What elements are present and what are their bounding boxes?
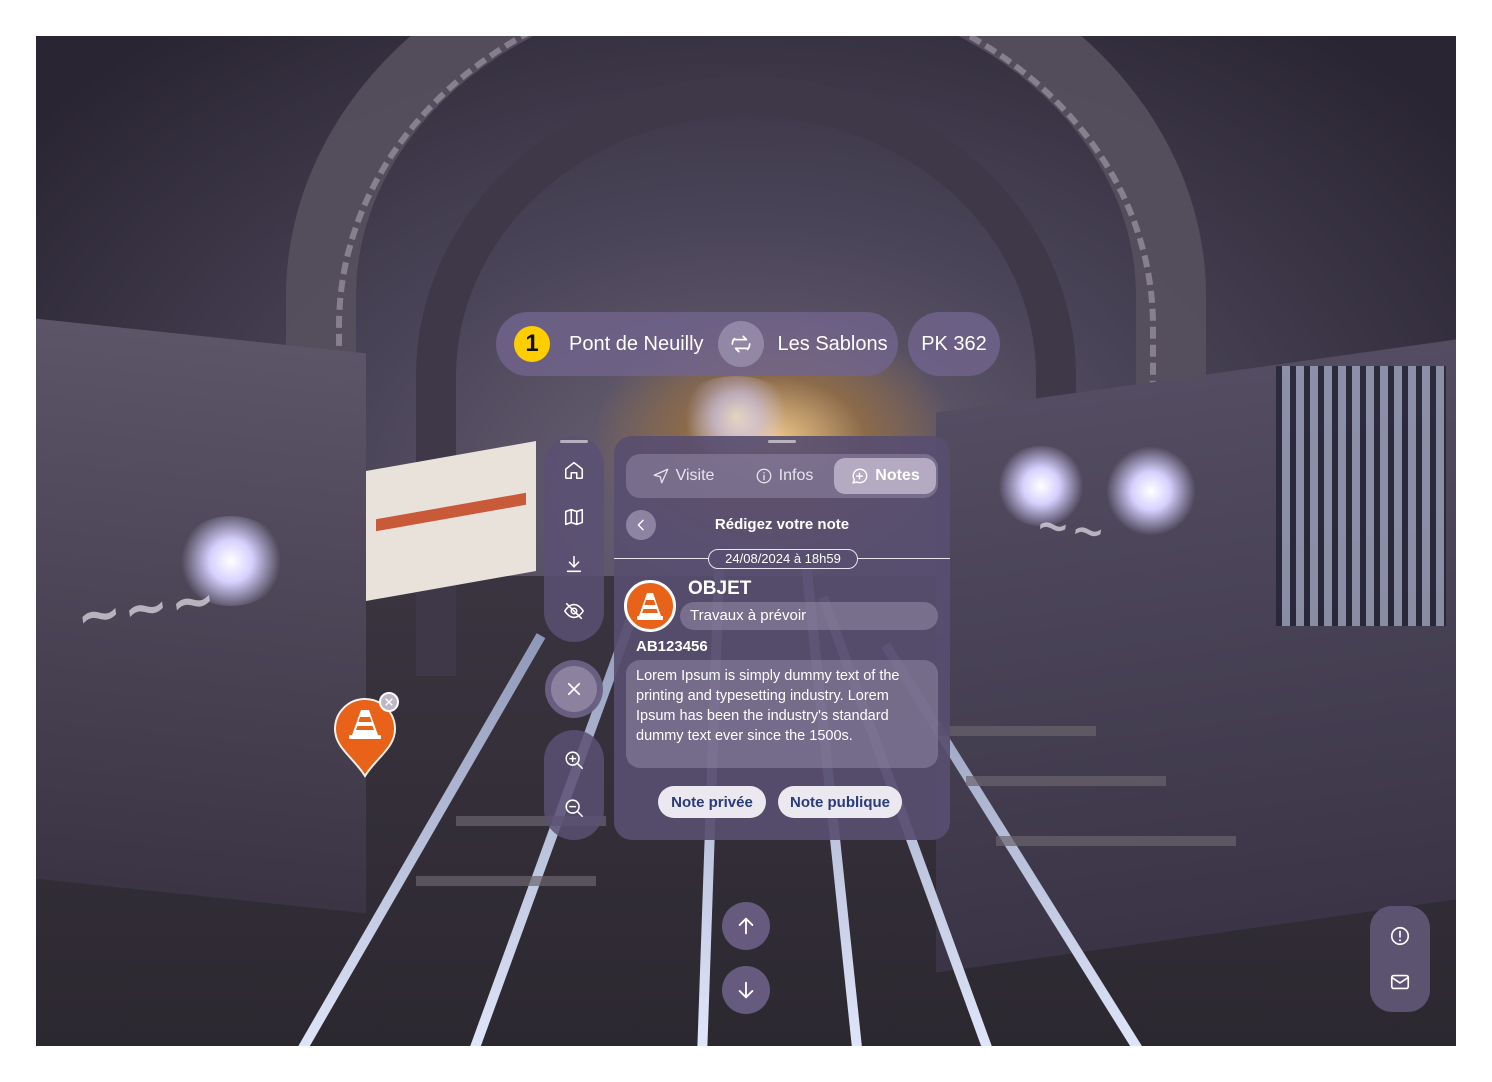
object-icon-badge xyxy=(624,580,676,632)
zoom-out-icon xyxy=(565,799,584,818)
info-icon xyxy=(756,468,772,484)
object-reference: AB123456 xyxy=(636,638,708,655)
tab-infos-label: Infos xyxy=(778,467,814,484)
wall-grate xyxy=(1276,366,1446,626)
move-backward-button[interactable] xyxy=(722,966,770,1014)
map-button[interactable] xyxy=(560,503,588,531)
zoom-controls xyxy=(544,730,604,840)
home-button[interactable] xyxy=(560,456,588,484)
alert-circle-icon xyxy=(1390,926,1410,946)
private-note-button[interactable]: Note privée xyxy=(658,786,766,818)
panel-drag-handle[interactable] xyxy=(768,440,796,443)
traffic-cone-icon xyxy=(637,593,663,620)
station-selector[interactable]: 1 Pont de Neuilly Les Sablons xyxy=(496,312,898,376)
tunnel-lamp xyxy=(1106,446,1196,536)
panel-title: Rédigez votre note xyxy=(714,516,850,533)
zoom-in-icon xyxy=(565,751,584,770)
drag-handle[interactable] xyxy=(560,440,588,443)
object-type-field[interactable]: Travaux à prévoir xyxy=(680,602,938,630)
tab-visite[interactable]: Visite xyxy=(634,458,732,494)
zoom-in-button[interactable] xyxy=(560,746,588,774)
close-icon xyxy=(385,698,393,706)
remove-marker-button[interactable] xyxy=(379,692,399,712)
station-to[interactable]: Les Sablons xyxy=(778,333,888,356)
pk-indicator: PK 362 xyxy=(908,312,1000,376)
back-button[interactable] xyxy=(626,510,656,540)
close-icon xyxy=(567,682,581,696)
station-from[interactable]: Pont de Neuilly xyxy=(569,333,704,356)
rail-sleeper xyxy=(966,776,1166,786)
swap-direction-button[interactable] xyxy=(717,321,764,367)
download-button[interactable] xyxy=(560,550,588,578)
close-panel-button[interactable] xyxy=(545,660,603,718)
arrow-down-icon xyxy=(738,981,754,999)
metro-line-badge: 1 xyxy=(514,326,550,362)
side-toolbar xyxy=(544,436,604,642)
rail-sleeper xyxy=(996,836,1236,846)
note-textarea[interactable]: Lorem Ipsum is simply dummy text of the … xyxy=(626,660,938,768)
swap-icon xyxy=(730,335,751,353)
tab-notes-label: Notes xyxy=(875,467,920,484)
tab-infos[interactable]: Infos xyxy=(734,458,834,494)
graffiti-artwork: ~~ xyxy=(1033,501,1110,557)
eye-off-icon xyxy=(563,602,585,620)
rail-sleeper xyxy=(936,726,1096,736)
report-button[interactable] xyxy=(1388,924,1412,948)
rail-sleeper xyxy=(416,876,596,886)
note-date-badge: 24/08/2024 à 18h59 xyxy=(708,549,858,569)
navigation-icon xyxy=(653,468,668,484)
zoom-out-button[interactable] xyxy=(560,794,588,822)
move-forward-button[interactable] xyxy=(722,902,770,950)
support-dock xyxy=(1370,906,1430,1012)
panel-tabs: Visite Infos Notes xyxy=(626,454,938,498)
contact-button[interactable] xyxy=(1388,970,1412,994)
tab-notes[interactable]: Notes xyxy=(834,458,936,494)
note-plus-icon xyxy=(852,468,868,484)
public-note-button[interactable]: Note publique xyxy=(778,786,902,818)
download-icon xyxy=(566,555,582,573)
chevron-left-icon xyxy=(637,519,644,531)
object-title: OBJET xyxy=(688,578,752,599)
arrow-up-icon xyxy=(738,917,754,935)
mail-icon xyxy=(1390,974,1410,990)
tab-visite-label: Visite xyxy=(675,467,715,484)
panorama-viewer[interactable]: ~~~ ~~ 1 Pont de Neuilly Les Sablons PK … xyxy=(36,36,1456,1046)
hide-markers-button[interactable] xyxy=(560,597,588,625)
notes-panel: Visite Infos Notes Rédigez votre note 24… xyxy=(614,436,950,840)
map-icon xyxy=(564,508,584,526)
home-icon xyxy=(564,461,584,480)
